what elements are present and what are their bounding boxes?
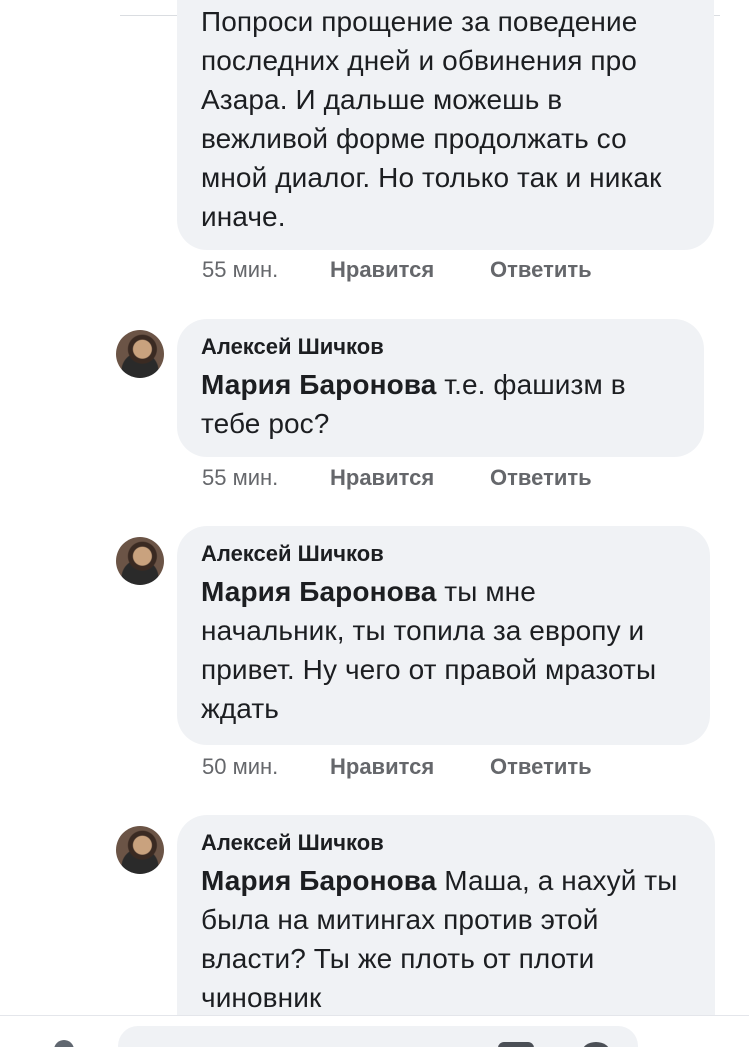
camera-icon[interactable]	[54, 1040, 74, 1047]
comment-bubble: Алексей Шичков Мария Баронова ты мне нач…	[177, 526, 710, 745]
like-button[interactable]: Нравится	[330, 256, 490, 284]
comment-text: Мария Баронова ты мне начальник, ты топи…	[201, 572, 686, 728]
mention-link[interactable]: Мария Баронова	[201, 576, 436, 607]
like-button[interactable]: Нравится	[330, 464, 490, 492]
mention-link[interactable]: Мария Баронова	[201, 369, 436, 400]
comment-time[interactable]: 55 мин.	[202, 256, 330, 284]
comment-actions: 55 мин. Нравится Ответить	[202, 464, 592, 492]
comment-text: Мария Баронова Маша, а нахуй ты была на …	[201, 861, 691, 1017]
comment-text: Мария Баронова т.е. фашизм в тебе рос?	[201, 365, 680, 443]
avatar[interactable]	[116, 826, 164, 874]
gif-icon[interactable]	[498, 1042, 534, 1047]
reply-button[interactable]: Ответить	[490, 256, 592, 284]
like-button[interactable]: Нравится	[330, 753, 490, 781]
comment-author[interactable]: Алексей Шичков	[201, 333, 680, 361]
comment-time[interactable]: 50 мин.	[202, 753, 330, 781]
comment-bubble: Алексей Шичков Мария Баронова Маша, а на…	[177, 815, 715, 1047]
comment-actions: 55 мин. Нравится Ответить	[202, 256, 592, 284]
comment-time[interactable]: 55 мин.	[202, 464, 330, 492]
avatar[interactable]	[116, 537, 164, 585]
reply-button[interactable]: Ответить	[490, 753, 592, 781]
comment-actions: 50 мин. Нравится Ответить	[202, 753, 592, 781]
comments-page: Попроси прощение за поведение последних …	[0, 0, 749, 1047]
mention-link[interactable]: Мария Баронова	[201, 865, 436, 896]
comment-bubble: Алексей Шичков Мария Баронова т.е. фашиз…	[177, 319, 704, 457]
reply-button[interactable]: Ответить	[490, 464, 592, 492]
comment-author[interactable]: Алексей Шичков	[201, 829, 691, 857]
comment-text: Попроси прощение за поведение последних …	[201, 6, 662, 232]
avatar[interactable]	[116, 330, 164, 378]
comment-bubble: Попроси прощение за поведение последних …	[177, 0, 714, 250]
comment-author[interactable]: Алексей Шичков	[201, 540, 686, 568]
comment-composer-bar	[0, 1015, 749, 1047]
comment-input[interactable]	[118, 1026, 638, 1047]
